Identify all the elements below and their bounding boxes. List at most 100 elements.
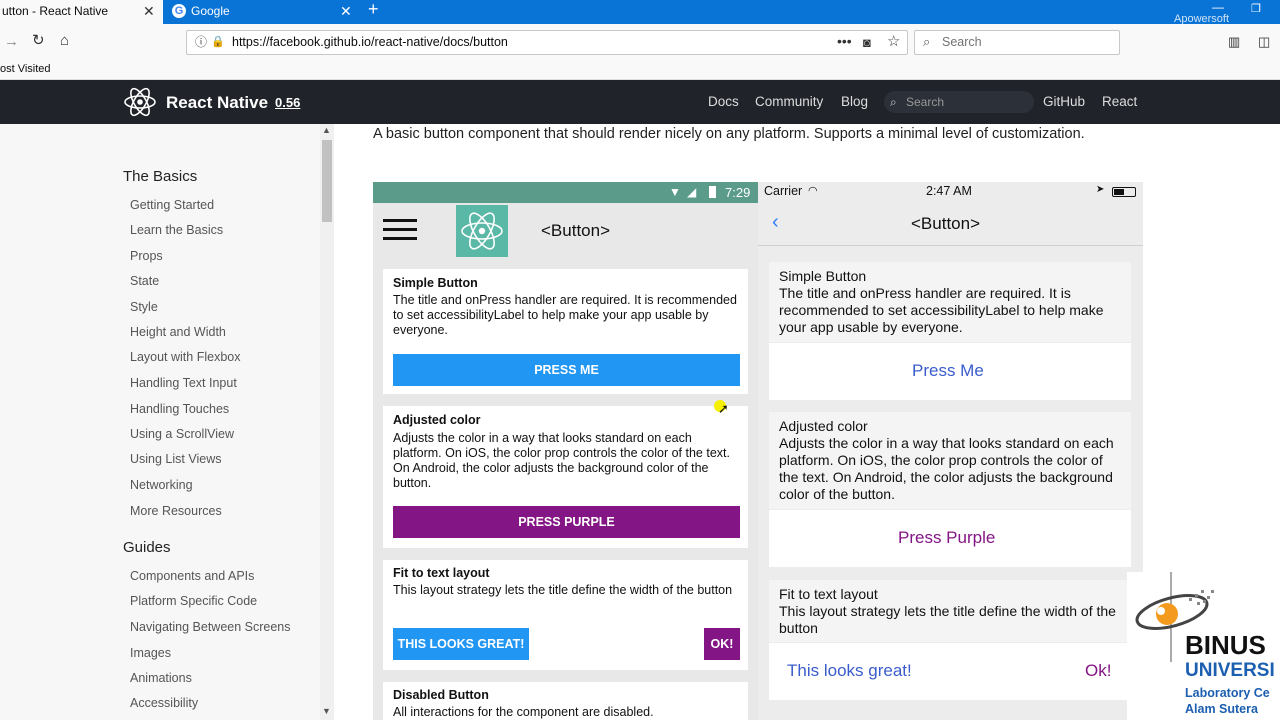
mouse-cursor-icon: ➚ bbox=[718, 401, 729, 416]
nav-docs[interactable]: Docs bbox=[708, 94, 739, 109]
ios-status-bar: Carrier ◠ 2:47 AM ➤ bbox=[758, 182, 1143, 202]
reload-icon[interactable]: ↻ bbox=[32, 33, 45, 49]
url-text: https://facebook.github.io/react-native/… bbox=[232, 35, 508, 49]
card-title: Fit to text layout bbox=[393, 566, 490, 580]
card-desc: This layout strategy lets the title defi… bbox=[393, 583, 733, 597]
sidebar-item[interactable]: Images bbox=[130, 646, 171, 660]
google-icon: G bbox=[172, 4, 186, 18]
press-me-button[interactable]: Press Me bbox=[912, 361, 984, 381]
site-version[interactable]: 0.56 bbox=[275, 95, 300, 110]
ios-screen-title: <Button> bbox=[911, 214, 981, 233]
sidebar-item[interactable]: Learn the Basics bbox=[130, 223, 223, 237]
sidebar-item[interactable]: Using List Views bbox=[130, 452, 221, 466]
looks-great-button[interactable]: THIS LOOKS GREAT! bbox=[393, 628, 529, 660]
battery-icon bbox=[1112, 187, 1136, 197]
library-icon[interactable]: ▥ bbox=[1228, 34, 1240, 50]
forward-icon[interactable]: → bbox=[4, 34, 19, 50]
sidebar-toggle-icon[interactable]: ◫ bbox=[1258, 34, 1270, 50]
home-icon[interactable]: ⌂ bbox=[60, 33, 69, 49]
press-me-button[interactable]: PRESS ME bbox=[393, 354, 740, 386]
card-desc: The title and onPress handler are requir… bbox=[393, 293, 737, 337]
browser-search-input[interactable]: ⌕ Search bbox=[914, 30, 1120, 55]
sidebar-item[interactable]: Networking bbox=[130, 478, 193, 492]
android-toolbar: <Button> bbox=[373, 203, 758, 271]
looks-great-button[interactable]: This looks great! bbox=[787, 661, 912, 681]
press-purple-button[interactable]: PRESS PURPLE bbox=[393, 506, 740, 538]
sidebar-item[interactable]: Components and APIs bbox=[130, 569, 254, 583]
back-chevron-icon[interactable]: ‹ bbox=[772, 211, 779, 234]
card-desc: The title and onPress handler are requir… bbox=[779, 285, 1104, 335]
close-tab-icon[interactable]: ✕ bbox=[340, 0, 352, 22]
press-purple-button[interactable]: Press Purple bbox=[898, 528, 995, 548]
scroll-down-icon[interactable]: ▼ bbox=[322, 706, 331, 716]
nav-community[interactable]: Community bbox=[755, 94, 823, 109]
ios-time: 2:47 AM bbox=[926, 184, 972, 198]
sidebar-item[interactable]: Handling Touches bbox=[130, 402, 229, 416]
nav-react[interactable]: React bbox=[1102, 94, 1137, 109]
sidebar-item[interactable]: Layout with Flexbox bbox=[130, 350, 240, 364]
card-desc: This layout strategy lets the title defi… bbox=[779, 603, 1116, 636]
nav-blog[interactable]: Blog bbox=[841, 94, 868, 109]
sidebar-item[interactable]: Getting Started bbox=[130, 198, 214, 212]
card-title: Simple Button bbox=[393, 276, 478, 290]
hamburger-menu-icon[interactable] bbox=[383, 219, 417, 241]
sidebar-section-title: Guides bbox=[123, 539, 171, 556]
location-icon: ➤ bbox=[1096, 184, 1105, 195]
sidebar-item[interactable]: Animations bbox=[130, 671, 192, 685]
sidebar-item[interactable]: Navigating Between Screens bbox=[130, 620, 291, 634]
card-button-row: This looks great! Ok! bbox=[769, 643, 1131, 700]
wifi-icon: ◠ bbox=[808, 185, 818, 197]
minimize-icon[interactable]: — bbox=[1212, 0, 1224, 14]
tab-google[interactable]: G Google ✕ bbox=[164, 0, 360, 24]
sidebar-item[interactable]: State bbox=[130, 274, 159, 288]
wifi-icon: ▼ bbox=[669, 185, 681, 199]
info-icon[interactable]: ⓘ bbox=[195, 31, 207, 54]
sidebar-section-title: The Basics bbox=[123, 168, 198, 185]
sidebar-item[interactable]: Height and Width bbox=[130, 325, 226, 339]
ok-button[interactable]: Ok! bbox=[1085, 661, 1111, 681]
sidebar-item[interactable]: Platform Specific Code bbox=[130, 594, 257, 608]
battery-icon bbox=[709, 186, 716, 198]
nav-github[interactable]: GitHub bbox=[1043, 94, 1085, 109]
ok-button[interactable]: OK! bbox=[704, 628, 740, 660]
sidebar-item[interactable]: Style bbox=[130, 300, 158, 314]
tab-label: utton - React Native bbox=[2, 4, 109, 18]
card-title: Adjusted color bbox=[393, 413, 481, 427]
scroll-up-icon[interactable]: ▲ bbox=[322, 125, 331, 135]
android-card-fit: Fit to text layout This layout strategy … bbox=[383, 560, 748, 670]
card-title: Simple Button bbox=[779, 268, 867, 284]
binus-campus: Alam Sutera bbox=[1185, 702, 1258, 716]
card-title: Adjusted color bbox=[779, 418, 868, 434]
android-card-simple: Simple Button The title and onPress hand… bbox=[383, 269, 748, 394]
react-logo-icon[interactable] bbox=[123, 86, 157, 118]
bookmark-most-visited[interactable]: ost Visited bbox=[0, 60, 51, 78]
url-bar[interactable]: ⓘ 🔒 https://facebook.github.io/react-nat… bbox=[186, 30, 908, 55]
sidebar-scrollbar-thumb[interactable] bbox=[322, 140, 332, 222]
site-header: React Native 0.56 Docs Community Blog ⌕ … bbox=[0, 80, 1280, 124]
binus-university: UNIVERSI bbox=[1185, 660, 1275, 681]
sidebar-item[interactable]: Props bbox=[130, 249, 163, 263]
android-status-bar: ▼ ◢ 7:29 bbox=[373, 182, 758, 203]
binus-lab: Laboratory Ce bbox=[1185, 686, 1270, 700]
tab-react-native[interactable]: utton - React Native ✕ bbox=[0, 0, 163, 24]
sidebar-item[interactable]: Handling Text Input bbox=[130, 376, 237, 390]
site-brand[interactable]: React Native bbox=[166, 93, 268, 113]
bookmarks-bar: ost Visited bbox=[0, 60, 1280, 80]
ios-card-fit: Fit to text layout This layout strategy … bbox=[769, 580, 1131, 700]
search-icon: ⌕ bbox=[890, 95, 897, 109]
sidebar-item[interactable]: Accessibility bbox=[130, 696, 198, 710]
card-text-area: Fit to text layout This layout strategy … bbox=[769, 580, 1131, 642]
close-tab-icon[interactable]: ✕ bbox=[143, 0, 155, 22]
sidebar-item[interactable]: Using a ScrollView bbox=[130, 427, 234, 441]
page-actions-icon[interactable]: ••• bbox=[837, 30, 852, 53]
restore-icon[interactable]: ❐ bbox=[1251, 2, 1261, 15]
bookmark-star-icon[interactable]: ☆ bbox=[887, 30, 900, 53]
android-screen-title: <Button> bbox=[541, 221, 611, 240]
android-time: 7:29 bbox=[725, 185, 751, 200]
sidebar-item[interactable]: More Resources bbox=[130, 504, 222, 518]
site-search-input[interactable]: ⌕ Search bbox=[884, 91, 1034, 113]
card-title: Fit to text layout bbox=[779, 586, 878, 602]
pocket-icon[interactable]: ◙ bbox=[863, 31, 871, 54]
new-tab-icon[interactable]: + bbox=[368, 0, 379, 20]
card-desc: All interactions for the component are d… bbox=[393, 705, 654, 719]
